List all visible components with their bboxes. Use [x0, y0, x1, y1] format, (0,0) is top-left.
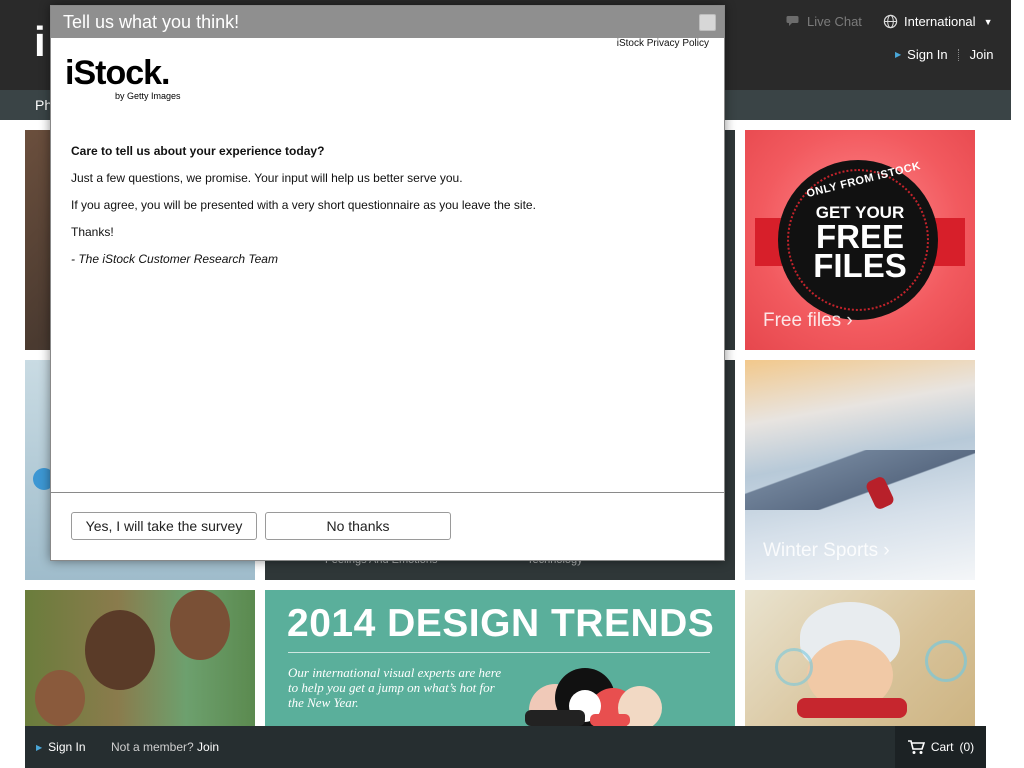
bottom-join-link[interactable]: Join: [197, 740, 219, 754]
live-chat-label: Live Chat: [807, 14, 862, 29]
international-label: International: [904, 14, 976, 29]
close-button[interactable]: [699, 14, 716, 31]
logo-subtitle: by Getty Images: [115, 91, 181, 101]
design-trends-title: 2014 DESIGN TRENDS: [287, 602, 715, 645]
divider: [957, 48, 960, 61]
tile-child-bubbles[interactable]: [745, 590, 975, 726]
bottom-member-prompt: Not a member? Join: [111, 740, 219, 754]
design-trends-illustration: [525, 668, 662, 726]
arrow-right-icon: ▶: [895, 50, 902, 59]
divider: [51, 492, 724, 493]
divider: [288, 652, 710, 653]
cart-icon: [907, 739, 925, 754]
take-survey-button[interactable]: Yes, I will take the survey: [71, 512, 257, 540]
survey-line-2: If you agree, you will be presented with…: [71, 198, 536, 212]
international-selector[interactable]: International ▼: [883, 14, 992, 29]
tile-design-trends[interactable]: 2014 DESIGN TRENDS Our international vis…: [265, 590, 735, 726]
badge-files: FILES: [813, 247, 907, 284]
bottom-bar: ▶ Sign In Not a member? Join Cart (0): [25, 726, 986, 768]
survey-dialog: Tell us what you think! iStock Privacy P…: [50, 5, 725, 561]
red-scarf: [797, 698, 907, 718]
cart-button[interactable]: Cart (0): [895, 726, 986, 768]
live-chat-link[interactable]: Live Chat: [786, 14, 862, 29]
bottom-sign-in[interactable]: ▶ Sign In: [36, 740, 86, 754]
mountain-shape: [745, 450, 975, 510]
bubble: [775, 648, 813, 686]
child-head: [35, 670, 85, 726]
survey-thanks: Thanks!: [71, 225, 114, 239]
header-join-link[interactable]: Join: [970, 47, 994, 62]
cart-count: (0): [959, 740, 975, 754]
dialog-title: Tell us what you think!: [63, 12, 240, 32]
logo-wordmark: iStock.: [65, 54, 170, 92]
survey-signature: - The iStock Customer Research Team: [71, 252, 278, 266]
bottom-sign-in-label: Sign In: [48, 740, 86, 754]
no-thanks-button[interactable]: No thanks: [265, 512, 451, 540]
person-head: [170, 590, 230, 660]
not-member-text: Not a member?: [111, 740, 194, 754]
istock-logo: iStock. by Getty Images: [65, 54, 181, 101]
globe-icon: [883, 14, 898, 29]
dialog-body: Care to tell us about your experience to…: [71, 145, 691, 280]
person-head: [85, 610, 155, 690]
tile-winter-sports[interactable]: Winter Sports ›: [745, 360, 975, 580]
tile-free-files[interactable]: ONLY FROM iSTOCK GET YOUR FREE FILES Fre…: [745, 130, 975, 350]
bubble: [925, 640, 967, 682]
chevron-down-icon: ▼: [983, 16, 993, 27]
header-auth: ▶ Sign In Join: [895, 47, 994, 62]
dialog-header: Tell us what you think!: [51, 6, 724, 38]
chat-bubble-icon: [786, 16, 799, 26]
header-sign-in-link[interactable]: Sign In: [907, 47, 947, 62]
tile-family[interactable]: [25, 590, 255, 726]
survey-question: Care to tell us about your experience to…: [71, 144, 325, 158]
privacy-policy-link[interactable]: iStock Privacy Policy: [617, 38, 709, 49]
survey-line-1: Just a few questions, we promise. Your i…: [71, 171, 463, 185]
free-files-label: Free files ›: [763, 310, 853, 331]
design-trends-description: Our international visual experts are her…: [288, 665, 502, 710]
cart-label: Cart: [930, 740, 954, 754]
winter-sports-label: Winter Sports ›: [763, 540, 890, 561]
arrow-right-icon: ▶: [36, 742, 43, 752]
